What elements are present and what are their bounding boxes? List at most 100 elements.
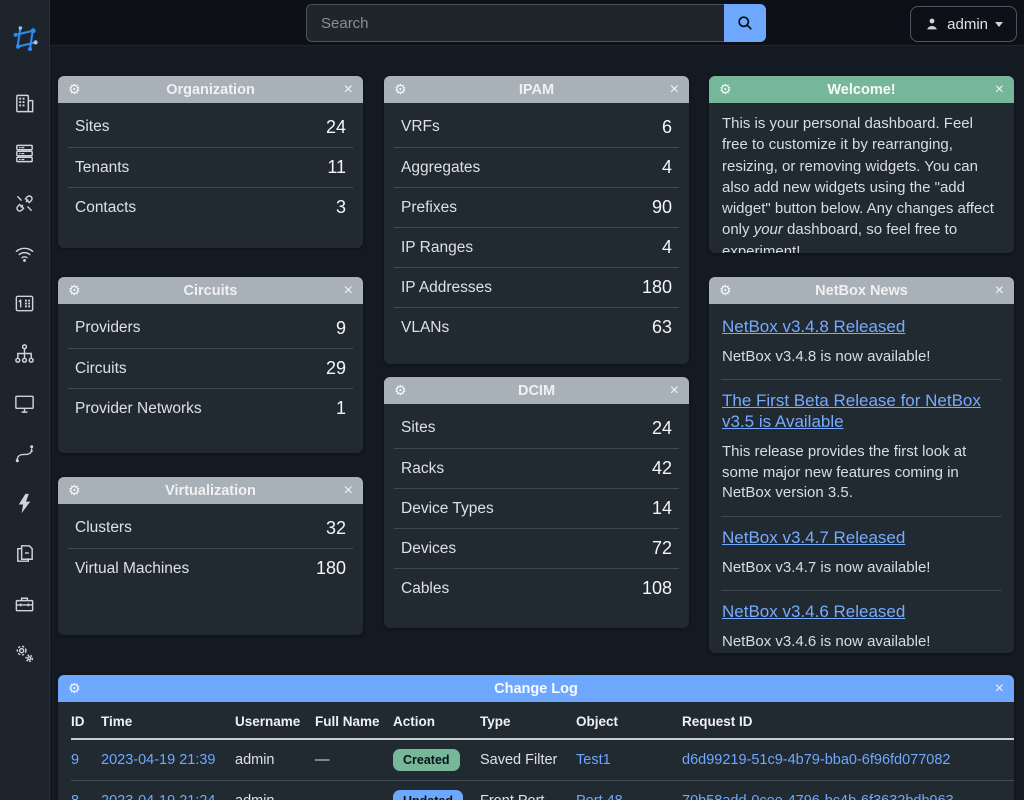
stat-value: 42 xyxy=(652,458,672,479)
stat-row-contacts[interactable]: Contacts3 xyxy=(68,187,353,227)
stat-row-vrfs[interactable]: VRFs6 xyxy=(394,107,679,147)
cell-request-id: d6d99219-51c9-4b79-bba0-6f96fd077082 xyxy=(682,739,1014,781)
cell-object-link[interactable]: Port 48 xyxy=(576,793,623,800)
gear-icon[interactable]: ⚙ xyxy=(394,76,407,103)
widget-header[interactable]: ⚙ Circuits × xyxy=(58,277,363,304)
operations-gears-icon[interactable] xyxy=(7,636,43,670)
news-item: NetBox v3.4.7 ReleasedNetBox v3.4.7 is n… xyxy=(721,516,1002,590)
column-header-full-name: Full Name xyxy=(315,704,393,739)
widget-header[interactable]: ⚙ NetBox News × xyxy=(709,277,1014,304)
close-icon[interactable]: × xyxy=(995,76,1004,103)
stat-row-ip-ranges[interactable]: IP Ranges4 xyxy=(394,227,679,267)
widget-title: Welcome! xyxy=(827,82,895,98)
cell-request-id-link[interactable]: d6d99219-51c9-4b79-bba0-6f96fd077082 xyxy=(682,752,950,768)
circuits-cable-icon[interactable] xyxy=(7,436,43,470)
search-button[interactable] xyxy=(724,4,766,42)
widget-header[interactable]: ⚙ DCIM × xyxy=(384,377,689,404)
gear-icon[interactable]: ⚙ xyxy=(68,277,81,304)
widget-title: Circuits xyxy=(184,283,238,299)
stat-row-clusters[interactable]: Clusters32 xyxy=(68,508,353,548)
tenancy-tree-icon[interactable] xyxy=(7,336,43,370)
column-header-action: Action xyxy=(393,704,480,739)
stat-value: 9 xyxy=(336,318,346,339)
stat-row-tenants[interactable]: Tenants11 xyxy=(68,147,353,187)
gear-icon[interactable]: ⚙ xyxy=(719,76,732,103)
gear-icon[interactable]: ⚙ xyxy=(719,277,732,304)
close-icon[interactable]: × xyxy=(344,76,353,103)
stat-value: 24 xyxy=(652,418,672,439)
action-badge: Updated xyxy=(393,790,463,800)
close-icon[interactable]: × xyxy=(995,675,1004,702)
widget-header[interactable]: ⚙ Welcome! × xyxy=(709,76,1014,103)
cell-id-link[interactable]: 9 xyxy=(71,752,79,768)
close-icon[interactable]: × xyxy=(344,277,353,304)
news-summary: NetBox v3.4.6 is now available! xyxy=(722,632,1001,653)
cell-time-link[interactable]: 2023-04-19 21:24 xyxy=(101,793,216,800)
stat-row-vlans[interactable]: VLANs63 xyxy=(394,307,679,347)
widget-header[interactable]: ⚙ Change Log × xyxy=(58,675,1014,702)
stat-row-aggregates[interactable]: Aggregates4 xyxy=(394,147,679,187)
gear-icon[interactable]: ⚙ xyxy=(68,675,81,702)
stat-label: Sites xyxy=(75,118,109,136)
close-icon[interactable]: × xyxy=(670,76,679,103)
cell-id-link[interactable]: 8 xyxy=(71,793,79,800)
cell-request-id: 70b58add-0cee-4796-bc4b-6f3632bdb963 xyxy=(682,781,1014,800)
cell-time-link[interactable]: 2023-04-19 21:39 xyxy=(101,752,216,768)
caret-down-icon xyxy=(995,22,1003,27)
close-icon[interactable]: × xyxy=(995,277,1004,304)
global-search xyxy=(306,4,766,42)
customization-toolbox-icon[interactable] xyxy=(7,586,43,620)
provisioning-documents-icon[interactable] xyxy=(7,536,43,570)
stat-row-device-types[interactable]: Device Types14 xyxy=(394,488,679,528)
stat-row-providers[interactable]: Providers9 xyxy=(68,308,353,348)
column-header-object: Object xyxy=(576,704,682,739)
cell-username: admin xyxy=(235,739,315,781)
power-bolt-icon[interactable] xyxy=(7,486,43,520)
cell-object-link[interactable]: Test1 xyxy=(576,752,611,768)
widget-header[interactable]: ⚙ Organization × xyxy=(58,76,363,103)
cell-request-id-link[interactable]: 70b58add-0cee-4796-bc4b-6f3632bdb963 xyxy=(682,793,954,800)
widget-header[interactable]: ⚙ IPAM × xyxy=(384,76,689,103)
virtualization-monitor-icon[interactable] xyxy=(7,386,43,420)
search-input[interactable] xyxy=(306,4,724,42)
news-link[interactable]: NetBox v3.4.6 Released xyxy=(722,602,1001,623)
stat-row-cables[interactable]: Cables108 xyxy=(394,568,679,608)
widget-header[interactable]: ⚙ Virtualization × xyxy=(58,477,363,504)
gear-icon[interactable]: ⚙ xyxy=(68,477,81,504)
stat-row-virtual-machines[interactable]: Virtual Machines180 xyxy=(68,548,353,588)
widget-netbox-news: ⚙ NetBox News × NetBox v3.4.8 Released Ne… xyxy=(709,277,1014,653)
stat-row-devices[interactable]: Devices72 xyxy=(394,528,679,568)
wireless-wifi-icon[interactable] xyxy=(7,236,43,270)
stat-label: Racks xyxy=(401,460,444,478)
connections-plug-icon[interactable] xyxy=(7,186,43,220)
cell-object: Port 48 xyxy=(576,781,682,800)
news-link[interactable]: The First Beta Release for NetBox v3.5 i… xyxy=(722,391,1001,432)
stat-value: 180 xyxy=(316,558,346,579)
user-menu-button[interactable]: admin xyxy=(910,6,1017,42)
stat-row-prefixes[interactable]: Prefixes90 xyxy=(394,187,679,227)
cell-full-name: — xyxy=(315,739,393,781)
stat-row-racks[interactable]: Racks 42 xyxy=(394,448,679,488)
organization-building-icon[interactable] xyxy=(7,86,43,120)
widget-welcome: ⚙ Welcome! × This is your personal dashb… xyxy=(709,76,1014,253)
stat-label: Cables xyxy=(401,580,449,598)
stat-row-circuits[interactable]: Circuits29 xyxy=(68,348,353,388)
widget-ipam: ⚙ IPAM × VRFs6Aggregates4Prefixes90IP Ra… xyxy=(384,76,689,364)
gear-icon[interactable]: ⚙ xyxy=(68,76,81,103)
devices-server-icon[interactable] xyxy=(7,136,43,170)
stat-row-sites[interactable]: Sites24 xyxy=(68,107,353,147)
stat-row-provider-networks[interactable]: Provider Networks1 xyxy=(68,388,353,428)
ipam-address-icon[interactable] xyxy=(7,286,43,320)
stat-value: 3 xyxy=(336,197,346,218)
stat-value: 1 xyxy=(336,398,346,419)
gear-icon[interactable]: ⚙ xyxy=(394,377,407,404)
close-icon[interactable]: × xyxy=(670,377,679,404)
news-link[interactable]: NetBox v3.4.7 Released xyxy=(722,528,1001,549)
stat-row-sites[interactable]: Sites24 xyxy=(394,408,679,448)
netbox-logo[interactable] xyxy=(0,0,50,76)
cell-action: Created xyxy=(393,739,480,781)
close-icon[interactable]: × xyxy=(344,477,353,504)
news-link[interactable]: NetBox v3.4.8 Released xyxy=(722,317,1001,338)
changelog-table: IDTimeUsernameFull NameActionTypeObjectR… xyxy=(71,704,1014,800)
stat-row-ip-addresses[interactable]: IP Addresses180 xyxy=(394,267,679,307)
